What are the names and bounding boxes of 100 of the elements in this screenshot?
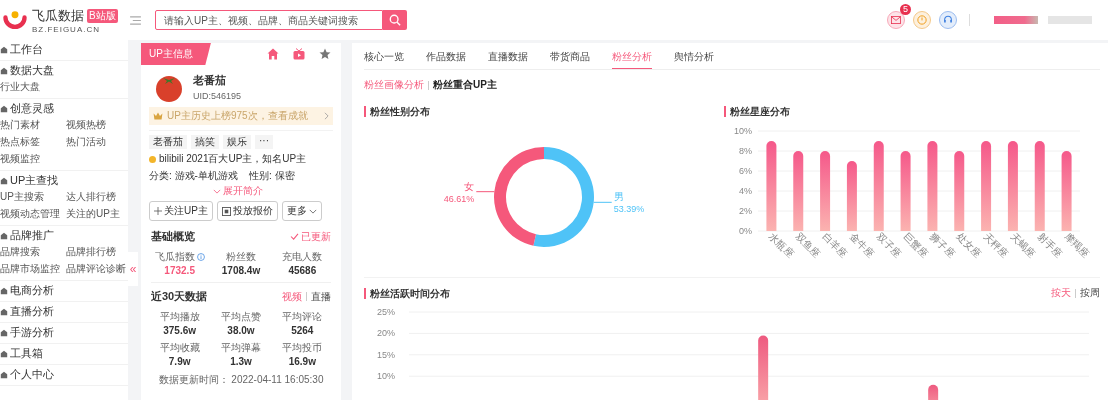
- tab[interactable]: 舆情分析: [674, 50, 714, 69]
- toggle-option[interactable]: 按周: [1080, 286, 1100, 300]
- tab[interactable]: 作品数据: [426, 50, 466, 69]
- sidebar-section[interactable]: 工具箱: [10, 346, 43, 361]
- sidebar-section[interactable]: 创意灵感: [10, 101, 54, 116]
- section-icon: [0, 104, 8, 113]
- sidebar-item[interactable]: 热门活动: [66, 135, 128, 149]
- sidebar-section[interactable]: 数据大盘: [10, 63, 54, 78]
- star-icon[interactable]: [319, 48, 331, 60]
- sidebar-item[interactable]: 热门素材: [0, 118, 66, 132]
- mail-button[interactable]: [887, 11, 905, 29]
- axis-category-label: 处女座: [954, 230, 984, 260]
- axis-tick-label: 8%: [739, 146, 752, 156]
- sidebar-item[interactable]: 品牌搜索: [0, 245, 66, 259]
- medal-icon: [149, 155, 156, 163]
- tab[interactable]: 核心一览: [364, 50, 404, 69]
- section-icon: [0, 286, 8, 295]
- stat-label: 平均弹幕: [221, 341, 261, 355]
- sidebar-item[interactable]: 品牌排行榜: [66, 245, 128, 259]
- sidebar-item[interactable]: 品牌评论诊断: [66, 262, 128, 276]
- slice-value: 53.39%: [613, 204, 645, 215]
- sidebar-item[interactable]: UP主搜索: [0, 190, 66, 204]
- update-time: 数据更新时间： 2022-04-11 16:05:30: [157, 373, 325, 387]
- axis-tick-label: 6%: [739, 166, 752, 176]
- tab[interactable]: 直播数据: [488, 50, 528, 69]
- sidebar-item[interactable]: 视频动态管理: [0, 207, 66, 221]
- stat-value: 1732.5: [164, 265, 195, 276]
- sidebar-item[interactable]: 视频监控: [0, 152, 66, 166]
- updated-status: 已更新: [301, 229, 331, 244]
- user-name-blurred: [1048, 16, 1092, 24]
- clock-icon: [917, 15, 927, 25]
- sidebar-section[interactable]: UP主查找: [10, 173, 59, 188]
- tag[interactable]: 老番茄: [149, 135, 187, 149]
- axis-category-label: 天秤座: [981, 230, 1011, 260]
- plus-icon: [154, 207, 162, 215]
- sidebar-item[interactable]: 行业大盘: [0, 80, 66, 94]
- leader-line: [593, 201, 613, 203]
- stat-label: 平均收藏: [159, 341, 200, 355]
- support-button[interactable]: [939, 11, 957, 29]
- stat-value: 45686: [288, 265, 317, 276]
- honor-text: bilibili 2021百大UP主，知名UP主: [159, 152, 307, 166]
- axis-tick-label: 15%: [377, 349, 395, 360]
- sidebar-section[interactable]: 直播分析: [10, 304, 54, 319]
- stat-label: 粉丝数: [226, 250, 256, 264]
- tag[interactable]: 搞笑: [191, 135, 219, 149]
- coin-button[interactable]: [913, 11, 931, 29]
- home-icon[interactable]: [267, 48, 279, 60]
- axis-category-label: 双鱼座: [793, 230, 823, 260]
- caret-icon: [308, 208, 317, 214]
- stat-value: 1.3w: [230, 356, 252, 367]
- user-avatar-blurred[interactable]: [994, 16, 1038, 24]
- sidebar-section[interactable]: 工作台: [10, 42, 43, 57]
- sidebar-section[interactable]: 品牌推广: [10, 228, 54, 243]
- stat-label: 平均评论: [282, 310, 323, 324]
- more-button[interactable]: 更多: [281, 201, 322, 221]
- section-icon: [0, 349, 8, 358]
- sub-tab[interactable]: 粉丝重合UP主: [433, 78, 497, 92]
- stat-value: 7.9w: [168, 356, 191, 367]
- notification-count: 5: [900, 4, 911, 15]
- category-text: 分类: 游戏-单机游戏: [149, 169, 239, 183]
- search-button[interactable]: [383, 10, 407, 30]
- follow-button[interactable]: 关注UP主: [149, 201, 213, 221]
- axis-tick-label: 25%: [377, 307, 395, 317]
- axis-tick-label: 10%: [377, 371, 395, 382]
- section-icon: [0, 66, 8, 75]
- stat-label: 充电人数: [282, 250, 323, 264]
- axis-category-label: 天蝎座: [1008, 230, 1038, 260]
- slice-label: 男: [613, 191, 624, 203]
- menu-icon[interactable]: [130, 15, 141, 25]
- sidebar-item[interactable]: 关注的UP主: [66, 207, 128, 221]
- check-icon: [290, 233, 299, 240]
- logo-title: 飞瓜数据: [32, 6, 84, 25]
- envelope-icon: [891, 16, 901, 24]
- section-title: 基础概览: [151, 229, 195, 244]
- sidebar-section[interactable]: 个人中心: [10, 367, 54, 382]
- sidebar-section[interactable]: 手游分析: [10, 325, 54, 340]
- quote-button[interactable]: 投放报价: [216, 201, 278, 221]
- stat-label: 平均播放: [159, 310, 200, 324]
- tag[interactable]: 娱乐: [223, 135, 251, 149]
- search-field[interactable]: 请输入UP主、视频、品牌、商品关键词搜索: [155, 10, 383, 30]
- sidebar-item[interactable]: 热点标签: [0, 135, 66, 149]
- stat-value: 1708.4w: [221, 265, 261, 276]
- axis-category-label: 双子座: [874, 230, 904, 260]
- crown-icon: [153, 112, 163, 120]
- section-icon: [0, 176, 8, 185]
- sidebar-item[interactable]: 达人排行榜: [66, 190, 128, 204]
- stat-value: 16.9w: [288, 356, 316, 367]
- stat-value: 375.6w: [163, 325, 197, 336]
- sidebar-section[interactable]: 电商分析: [10, 283, 54, 298]
- stat-label: 平均点赞: [221, 310, 261, 324]
- tab[interactable]: 带货商品: [550, 50, 590, 69]
- toggle-option[interactable]: 直播: [311, 289, 331, 304]
- sidebar-item[interactable]: 品牌市场监控: [0, 262, 66, 276]
- tv-icon[interactable]: [293, 48, 305, 60]
- info-icon[interactable]: [196, 253, 205, 261]
- section-icon: [0, 307, 8, 316]
- tag[interactable]: ···: [255, 135, 273, 149]
- sidebar-item[interactable]: 视频热榜: [66, 118, 128, 132]
- stat-value: 38.0w: [227, 325, 255, 336]
- square-icon: [221, 206, 231, 216]
